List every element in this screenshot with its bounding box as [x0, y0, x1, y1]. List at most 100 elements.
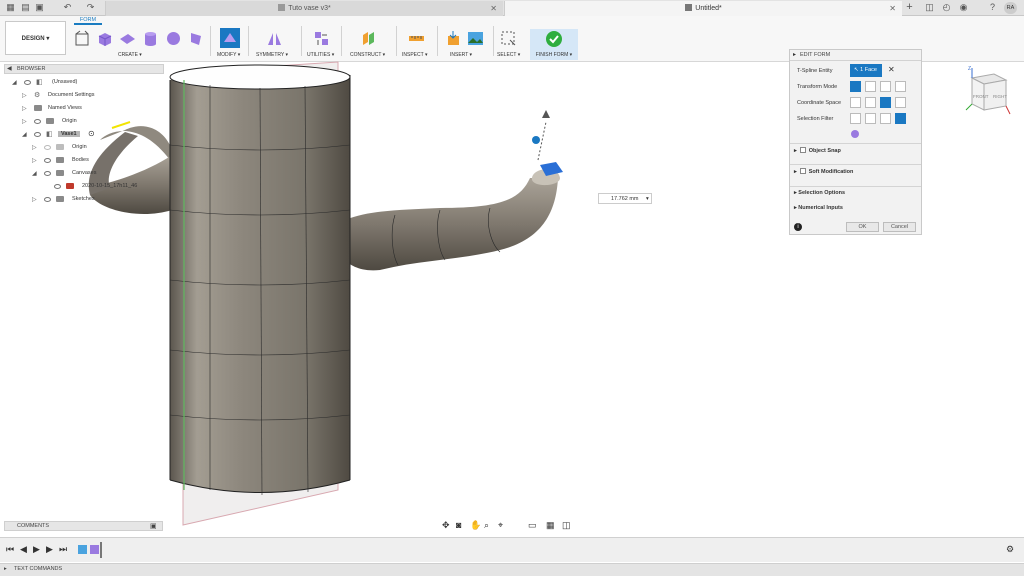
expand-arrow-icon[interactable]: ▷ — [32, 196, 38, 203]
insert-canvas-icon[interactable] — [467, 30, 484, 47]
app-grid-icon[interactable]: ▦ — [5, 2, 16, 13]
cancel-button[interactable]: Cancel — [883, 222, 916, 232]
browser-header[interactable]: ◀ BROWSER — [4, 64, 164, 74]
visibility-icon[interactable] — [44, 171, 51, 176]
symmetry-icon[interactable] — [266, 30, 283, 47]
body-filter-icon[interactable] — [851, 130, 859, 138]
tab-untitled[interactable]: Untitled* ✕ — [504, 1, 902, 16]
text-commands-bar[interactable]: ▸ TEXT COMMANDS — [0, 563, 1024, 576]
dimension-input[interactable]: 17.762 mm ▾ — [598, 193, 652, 204]
tab-tuto-vase[interactable]: Tuto vase v3* ✕ — [105, 1, 503, 16]
tree-item-unsaved[interactable]: ◢ ◧ (Unsaved) — [4, 77, 164, 88]
cylinder-icon[interactable] — [142, 30, 159, 47]
select-menu[interactable]: SELECT ▾ — [497, 52, 520, 58]
workspace-switcher[interactable]: DESIGN ▾ — [5, 21, 66, 55]
finish-form-button[interactable]: FINISH FORM ▾ — [530, 29, 578, 60]
tree-item-named-views[interactable]: ▷ Named Views — [4, 103, 164, 114]
expand-arrow-icon[interactable]: ▷ — [22, 92, 28, 99]
comments-panel[interactable]: COMMENTS ▣ — [4, 521, 163, 531]
translate-icon[interactable] — [865, 81, 876, 92]
create-menu[interactable]: CREATE ▾ — [118, 52, 142, 58]
notifications-icon[interactable]: ◴ — [941, 2, 952, 13]
insert-derive-icon[interactable] — [445, 30, 462, 47]
manipulator-handle[interactable] — [532, 136, 540, 144]
plane-icon[interactable] — [119, 30, 136, 47]
tree-item-origin-sub[interactable]: ▷ Origin — [4, 142, 164, 153]
coordinate-extra-icon[interactable] — [895, 97, 906, 108]
transform-multi-icon[interactable] — [850, 81, 861, 92]
quadball-icon[interactable] — [188, 30, 205, 47]
undo-icon[interactable]: ↶ — [62, 2, 73, 13]
collapse-icon[interactable]: ◀ — [7, 65, 12, 72]
insert-menu[interactable]: INSERT ▾ — [450, 52, 472, 58]
close-icon[interactable]: ✕ — [889, 1, 896, 16]
modify-menu[interactable]: MODIFY ▾ — [217, 52, 240, 58]
numerical-inputs-section[interactable]: ▸ Numerical Inputs — [790, 202, 921, 215]
tree-item-document-settings[interactable]: ▷ ⚙ Document Settings — [4, 90, 164, 101]
all-filter-icon[interactable] — [895, 113, 906, 124]
chevron-down-icon[interactable]: ▾ — [646, 195, 649, 204]
collapse-icon[interactable]: ▸ — [793, 51, 796, 58]
expand-arrow-icon[interactable]: ▷ — [32, 157, 38, 164]
expand-icon[interactable]: ▸ — [4, 566, 7, 572]
tree-item-canvas-image[interactable]: 2020-10-15_17h11_46 — [4, 181, 164, 192]
pan-icon[interactable]: ✋ — [470, 520, 481, 531]
tab-form[interactable]: FORM — [74, 16, 102, 25]
utilities-menu[interactable]: UTILITIES ▾ — [307, 52, 334, 58]
visibility-icon[interactable] — [54, 184, 61, 189]
visibility-icon[interactable] — [24, 80, 31, 85]
clear-selection-icon[interactable]: ✕ — [888, 65, 895, 74]
timeline-canvas-icon[interactable] — [78, 545, 87, 554]
step-back-icon[interactable]: ◀ — [20, 544, 27, 555]
expand-arrow-icon[interactable]: ▷ — [32, 144, 38, 151]
tree-item-vase1[interactable]: ◢ ◧ Vase1 ⊙ — [4, 129, 164, 140]
help-icon[interactable]: ? — [987, 2, 998, 13]
tree-item-canvases[interactable]: ◢ Canvases — [4, 168, 164, 179]
avatar[interactable]: RA — [1004, 2, 1017, 14]
new-tab-icon[interactable]: + — [904, 2, 915, 13]
go-to-start-icon[interactable]: ⏮ — [6, 544, 14, 555]
world-space-icon[interactable] — [850, 97, 861, 108]
timeline-marker[interactable] — [100, 542, 102, 558]
expand-arrow-icon[interactable]: ◢ — [22, 131, 28, 138]
tree-item-sketches[interactable]: ▷ Sketches — [4, 194, 164, 205]
extensions-icon[interactable]: ◫ — [924, 2, 935, 13]
grid-settings-icon[interactable]: ▦ — [546, 520, 555, 531]
construct-icon[interactable] — [361, 30, 378, 47]
redo-icon[interactable]: ↷ — [85, 2, 96, 13]
visibility-icon[interactable] — [44, 158, 51, 163]
ok-button[interactable]: OK — [846, 222, 879, 232]
save-icon[interactable]: ▣ — [34, 2, 45, 13]
vertex-filter-icon[interactable] — [850, 113, 861, 124]
expand-arrow-icon[interactable]: ▷ — [22, 118, 28, 125]
scale-icon[interactable] — [895, 81, 906, 92]
rotate-icon[interactable] — [880, 81, 891, 92]
selection-options-section[interactable]: ▸ Selection Options — [790, 186, 921, 199]
close-icon[interactable]: ✕ — [490, 1, 497, 16]
orbit-icon[interactable]: ✥ — [442, 520, 450, 531]
edit-form-header[interactable]: ▸ EDIT FORM — [790, 50, 921, 61]
info-icon[interactable]: i — [794, 223, 802, 231]
timeline-form-icon[interactable] — [90, 545, 99, 554]
display-settings-icon[interactable]: ▭ — [528, 520, 537, 531]
right-arm[interactable] — [345, 178, 558, 271]
go-to-end-icon[interactable]: ⏭ — [59, 544, 67, 555]
play-icon[interactable]: ▶ — [33, 544, 40, 555]
viewports-icon[interactable]: ◫ — [562, 520, 571, 531]
toggle-panel-icon[interactable]: ▣ — [150, 522, 157, 530]
zoom-icon[interactable]: ⌕ — [484, 520, 489, 531]
create-sketch-icon[interactable] — [74, 30, 91, 47]
object-snap-section[interactable]: ▸ Object Snap — [790, 143, 921, 156]
view-space-icon[interactable] — [865, 97, 876, 108]
symmetry-menu[interactable]: SYMMETRY ▾ — [256, 52, 288, 58]
visibility-icon[interactable] — [44, 197, 51, 202]
tspline-selection-button[interactable]: ↖ 1 Face — [850, 64, 882, 77]
look-at-icon[interactable]: ◙ — [456, 520, 461, 530]
timeline-settings-icon[interactable]: ⚙ — [1006, 544, 1014, 555]
view-cube[interactable] — [962, 66, 1012, 118]
inspect-menu[interactable]: INSPECT ▾ — [402, 52, 428, 58]
soft-modification-section[interactable]: ▸ Soft Modification — [790, 164, 921, 177]
step-forward-icon[interactable]: ▶ — [46, 544, 53, 555]
job-status-icon[interactable]: ◉ — [958, 2, 969, 13]
object-snap-checkbox[interactable] — [799, 147, 806, 153]
